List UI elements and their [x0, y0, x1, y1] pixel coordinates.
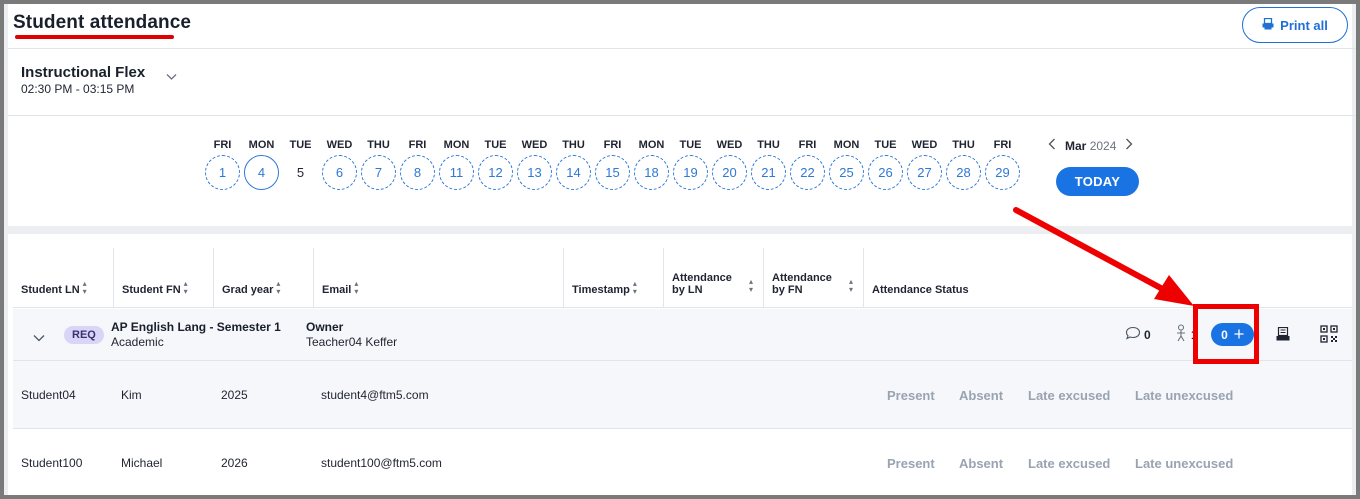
- attendance-page: Student attendance Print all Instruction…: [4, 4, 1356, 495]
- annotation-arrow: [1013, 207, 1194, 306]
